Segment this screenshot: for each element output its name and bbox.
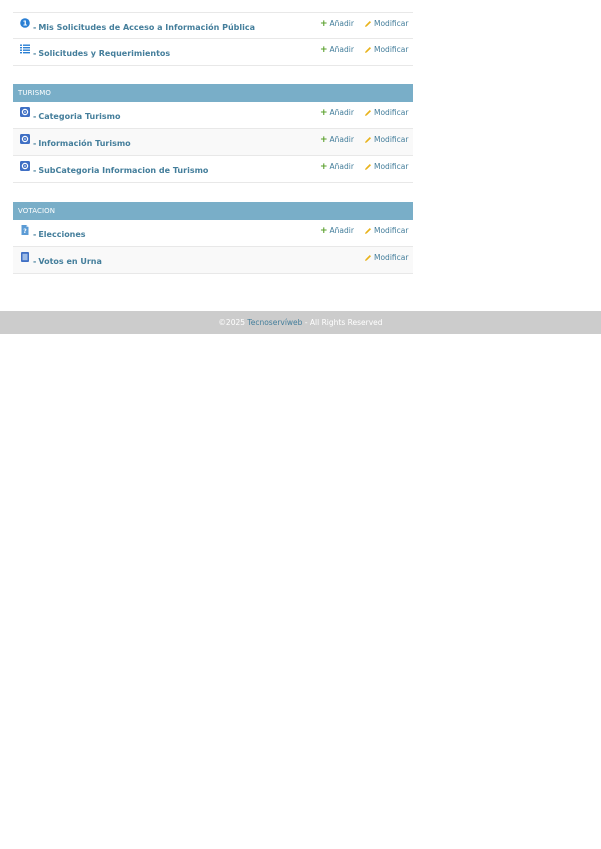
modify-button[interactable]: Modificar [364, 19, 408, 28]
row-link-mis-solicitudes[interactable]: - Mis Solicitudes de Acceso a Información… [33, 23, 255, 32]
table-row: - Categoria Turismo + Añadir Modificar [13, 102, 413, 129]
plus-icon: + [320, 134, 328, 145]
pencil-icon [364, 163, 372, 171]
pencil-icon [364, 254, 372, 262]
modify-button[interactable]: Modificar [364, 135, 408, 144]
footer-year: ©2025 [218, 318, 246, 327]
document-question-icon: ? [20, 225, 30, 235]
plus-icon: + [320, 107, 328, 118]
admin-page: 1 - Mis Solicitudes de Acceso a Informaci… [0, 0, 601, 849]
row-link-elecciones[interactable]: - Elecciones [33, 230, 86, 239]
table-row: - Votos en Urna Modificar [13, 247, 413, 274]
modify-button[interactable]: Modificar [364, 162, 408, 171]
modify-button[interactable]: Modificar [364, 108, 408, 117]
module-access-info: 1 - Mis Solicitudes de Acceso a Informaci… [13, 12, 413, 66]
row-link-votos-urna[interactable]: - Votos en Urna [33, 257, 102, 266]
pencil-icon [364, 109, 372, 117]
add-button[interactable]: + Añadir [320, 162, 354, 171]
svg-text:?: ? [23, 228, 27, 235]
ballot-box-icon [20, 252, 30, 262]
list-icon [20, 44, 30, 54]
table-row: ? - Elecciones + Añadir Modificar [13, 220, 413, 247]
table-row: - Solicitudes y Requerimientos + Añadir Mo… [13, 39, 413, 66]
footer: ©2025 Tecnoservíweb - All Rights Reserve… [0, 311, 601, 334]
row-link-categoria-turismo[interactable]: - Categoria Turismo [33, 112, 121, 121]
module-caption: TURISMO [13, 84, 413, 102]
add-button[interactable]: + Añadir [320, 135, 354, 144]
add-button[interactable]: + Añadir [320, 226, 354, 235]
plus-icon: + [320, 161, 328, 172]
module-caption: VOTACION [13, 202, 413, 220]
row-link-informacion-turismo[interactable]: - Información Turismo [33, 139, 131, 148]
plus-icon: + [320, 44, 328, 55]
modify-button[interactable]: Modificar [364, 226, 408, 235]
modify-button[interactable]: Modificar [364, 253, 408, 262]
modify-button[interactable]: Modificar [364, 45, 408, 54]
add-button[interactable]: + Añadir [320, 45, 354, 54]
gear-square-icon [20, 107, 30, 117]
module-votacion: VOTACION ? - Elecciones + Añadir Modificar… [13, 202, 413, 274]
info-circle-icon: 1 [20, 18, 30, 28]
gear-square-icon [20, 134, 30, 144]
plus-icon: + [320, 225, 328, 236]
pencil-icon [364, 46, 372, 54]
table-row: 1 - Mis Solicitudes de Acceso a Informaci… [13, 12, 413, 39]
pencil-icon [364, 227, 372, 235]
footer-rights: - All Rights Reserved [304, 318, 383, 327]
row-link-subcategoria-turismo[interactable]: - SubCategoria Informacion de Turismo [33, 166, 208, 175]
row-link-solicitudes[interactable]: - Solicitudes y Requerimientos [33, 49, 170, 58]
pencil-icon [364, 136, 372, 144]
footer-brand-link[interactable]: Tecnoservíweb [247, 318, 302, 327]
add-button[interactable]: + Añadir [320, 108, 354, 117]
table-row: - SubCategoria Informacion de Turismo + Añ… [13, 156, 413, 183]
module-turismo: TURISMO - Categoria Turismo + Añadir Modif… [13, 84, 413, 183]
add-button[interactable]: + Añadir [320, 19, 354, 28]
plus-icon: + [320, 18, 328, 29]
gear-square-icon [20, 161, 30, 171]
table-row: - Información Turismo + Añadir Modificar [13, 129, 413, 156]
pencil-icon [364, 20, 372, 28]
svg-text:1: 1 [23, 20, 28, 28]
